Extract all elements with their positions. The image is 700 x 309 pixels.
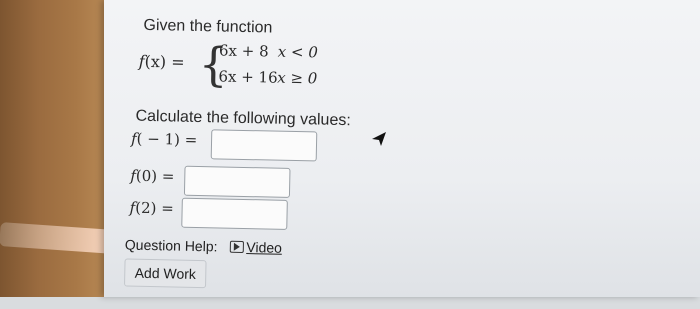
video-link[interactable]: Video: [229, 239, 282, 256]
answer-label: f(2) =: [129, 198, 174, 218]
case-2: 6x + 16 x ≥ 0: [218, 67, 317, 87]
case-1-condition: x < 0: [277, 42, 319, 62]
video-play-icon: [229, 240, 244, 253]
calculate-instructions: Calculate the following values:: [135, 107, 351, 130]
mouse-cursor-icon: [372, 132, 386, 146]
case-2-condition: x ≥ 0: [277, 68, 318, 88]
answer-input-f-0[interactable]: [183, 165, 291, 198]
video-link-label: Video: [246, 239, 283, 256]
question-help: Question Help: Video: [125, 236, 282, 255]
desk-background: [0, 0, 121, 297]
answer-input-f-2[interactable]: [181, 197, 288, 230]
question-content: Given the function f(x) = { 6x + 8 x < 0…: [98, 0, 700, 309]
function-lhs: f(x) =: [138, 51, 185, 72]
case-2-expression: 6x + 16: [218, 67, 278, 87]
answer-label: f(0) =: [130, 166, 175, 186]
question-panel: Given the function f(x) = { 6x + 8 x < 0…: [104, 0, 700, 297]
answer-input-f-neg1[interactable]: [210, 129, 318, 162]
case-1-expression: 6x + 8: [218, 41, 269, 61]
add-work-button[interactable]: Add Work: [124, 258, 207, 289]
intro-text: Given the function: [143, 16, 273, 37]
case-1: 6x + 8 x < 0: [219, 41, 318, 61]
question-help-label: Question Help:: [124, 236, 218, 255]
answer-label: f( − 1) =: [130, 129, 198, 149]
